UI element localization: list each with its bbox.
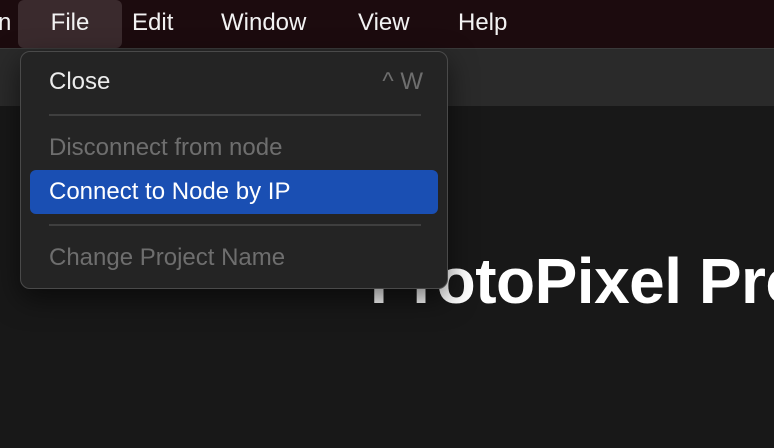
menu-separator [49, 224, 421, 226]
menu-item-connect-to-node-by-ip[interactable]: Connect to Node by IP [30, 170, 438, 214]
menu-help[interactable]: Help [458, 0, 507, 48]
menu-item-close[interactable]: Close [49, 68, 110, 96]
menu-file[interactable]: File [18, 0, 122, 48]
menu-item-change-project-name: Change Project Name [49, 244, 286, 271]
menu-view[interactable]: View [358, 0, 410, 48]
file-dropdown-menu: Close ^ W Disconnect from node Connect t… [20, 51, 448, 289]
menu-bar: n File Edit Window View Help [0, 0, 774, 48]
close-shortcut-label: ^ W [382, 68, 423, 95]
menu-edit[interactable]: Edit [132, 0, 173, 48]
menu-item-connect-label: Connect to Node by IP [49, 178, 291, 205]
menu-window[interactable]: Window [221, 0, 306, 48]
menu-item-disconnect-from-node: Disconnect from node [49, 134, 283, 161]
menu-app-name[interactable]: n [0, 0, 11, 48]
app-window: n File Edit Window View Help ProtoPixel … [0, 0, 774, 448]
menu-separator [49, 114, 421, 116]
